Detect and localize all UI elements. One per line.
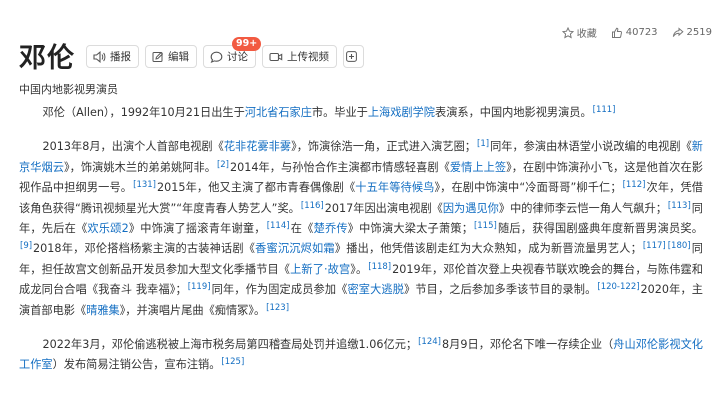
broadcast-label: 播报 <box>110 51 131 63</box>
chat-icon <box>210 51 223 63</box>
share-icon <box>672 26 684 37</box>
reference-link[interactable]: [116] <box>301 201 324 211</box>
text: 随后，获得国剧盛典年度新晋男演员奖。 <box>497 222 703 236</box>
text: 》播出，他凭借该剧走红为大众熟知，成为新晋流量男艺人； <box>334 242 642 256</box>
page-actions: 收藏 40723 2519 <box>561 25 712 40</box>
link-work[interactable]: 密室大逃脱 <box>347 283 404 296</box>
collect-label: 收藏 <box>576 29 597 40</box>
link-work[interactable]: 因为遇见你 <box>443 202 499 215</box>
like-count: 40723 <box>625 27 658 38</box>
text: 》，饰演徐浩一角，正式进入演艺圈； <box>291 140 476 154</box>
text: 》，饰演姚木兰的弟弟姚阿非。 <box>64 160 216 174</box>
link-work[interactable]: 爱情上上签 <box>450 161 506 174</box>
reference-link[interactable]: [1] <box>477 139 489 149</box>
paragraph-tax: 2022年3月，邓伦偷逃税被上海市税务局第四稽查局处罚并追缴1.06亿元；[12… <box>19 335 703 376</box>
paragraph-intro: 邓伦（Allen），1992年10月21日出生于河北省石家庄市。毕业于上海戏剧学… <box>19 103 703 123</box>
article-body: 邓伦（Allen），1992年10月21日出生于河北省石家庄市。毕业于上海戏剧学… <box>19 103 703 390</box>
text: 2018年，邓伦搭档杨紫主演的古装神话剧《 <box>33 242 256 256</box>
page-title: 邓伦 <box>19 43 75 74</box>
reference-link[interactable]: [114] <box>267 221 290 231</box>
plus-icon <box>346 51 357 62</box>
reference-link[interactable]: [180] <box>668 241 691 251</box>
reference-link[interactable]: [112] <box>623 180 646 190</box>
reference-link[interactable]: [131] <box>133 180 156 190</box>
reference-link[interactable]: [125] <box>221 357 244 367</box>
like-button[interactable]: 40723 <box>611 27 658 39</box>
reference-link[interactable]: [123] <box>266 303 289 313</box>
text: 》，并演唱片尾曲《痴情冢》。 <box>119 303 266 317</box>
text: 2015年，他又主演了都市青春偶像剧《 <box>156 181 356 195</box>
reference-link[interactable]: [111] <box>593 105 616 115</box>
paragraph-career: 2013年8月，出演个人首部电视剧《花非花雾非雾》，饰演徐浩一角，正式进入演艺圈… <box>19 137 703 321</box>
link-shijiazhuang[interactable]: 河北省石家庄 <box>245 106 312 119</box>
reference-link[interactable]: [117] <box>643 241 666 251</box>
toolbar: 播报 编辑 99+ 讨论 上传视频 <box>86 37 364 69</box>
text: 2022年3月，邓伦偷逃税被上海市税务局第四稽查局处罚并追缴1.06亿元； <box>42 338 418 352</box>
share-count: 2519 <box>686 27 712 38</box>
text: 》中饰演了摇滚青年谢童， <box>128 222 266 236</box>
reference-link[interactable]: [118] <box>368 262 391 272</box>
text: 邓伦（Allen），1992年10月21日出生于 <box>42 106 245 119</box>
link-work[interactable]: 花非花雾非雾 <box>224 140 291 153</box>
reference-link[interactable]: [115] <box>474 221 497 231</box>
text: 》节目，之后参加多季该节目的录制。 <box>404 283 597 297</box>
reference-link[interactable]: [2] <box>217 160 229 170</box>
page-subtitle: 中国内地影视男演员 <box>19 83 118 96</box>
link-shanghai-theatre-academy[interactable]: 上海戏剧学院 <box>368 106 435 119</box>
link-work[interactable]: 晴雅集 <box>86 304 120 317</box>
text: 2013年8月，出演个人首部电视剧《 <box>42 140 224 154</box>
discuss-label: 讨论 <box>227 51 248 63</box>
text: 市。毕业于 <box>311 106 368 119</box>
reference-link[interactable]: [113] <box>668 201 691 211</box>
collect-button[interactable]: 收藏 <box>561 25 597 40</box>
text: 在《 <box>290 222 314 236</box>
pencil-icon <box>152 51 164 62</box>
text: 2017年因出演电视剧《 <box>324 201 443 215</box>
link-work[interactable]: 欢乐颂2 <box>87 222 128 235</box>
reference-link[interactable]: [124] <box>418 337 441 347</box>
upload-video-button[interactable]: 上传视频 <box>262 45 337 68</box>
link-work[interactable]: 楚乔传 <box>314 222 348 235</box>
discuss-button[interactable]: 99+ 讨论 <box>203 37 262 68</box>
link-work[interactable]: 上新了·故宫 <box>290 263 350 276</box>
text: ）发布简易注销公告，宣布注销。 <box>52 358 221 372</box>
video-icon <box>269 52 283 61</box>
speaker-icon <box>93 50 106 63</box>
share-button[interactable]: 2519 <box>672 26 712 39</box>
upload-video-label: 上传视频 <box>287 51 329 63</box>
link-work[interactable]: 香蜜沉沉烬如霜 <box>255 242 335 255</box>
discuss-badge: 99+ <box>232 37 262 51</box>
star-icon <box>561 26 574 38</box>
reference-link[interactable]: [9] <box>20 241 32 251</box>
text: 》。 <box>350 262 368 276</box>
text: 表演系，中国内地影视男演员。 <box>435 106 592 119</box>
text: 》中的律师李云恺一角人气飙升； <box>498 201 667 215</box>
reference-link[interactable]: [119] <box>188 282 211 292</box>
text: 同年，作为固定成员参加《 <box>211 283 348 297</box>
text: 同年，参演由林语堂小说改编的电视剧《 <box>490 140 692 154</box>
thumbs-up-icon <box>611 27 622 38</box>
text: 》中饰演大梁太子萧策； <box>347 222 473 236</box>
broadcast-button[interactable]: 播报 <box>86 45 139 68</box>
link-work[interactable]: 十五年等待候鸟 <box>355 181 434 194</box>
edit-button[interactable]: 编辑 <box>145 45 197 68</box>
reference-link[interactable]: [120-122] <box>597 282 639 292</box>
text: 2014年，与孙怡合作主演都市情感轻喜剧《 <box>230 160 450 174</box>
edit-label: 编辑 <box>168 51 189 63</box>
text: 8月9日，邓伦名下唯一存续企业（ <box>441 338 614 352</box>
add-button[interactable] <box>343 45 364 68</box>
text: 》，在剧中饰演中“冷面哥哥”柳千仁； <box>434 181 622 195</box>
